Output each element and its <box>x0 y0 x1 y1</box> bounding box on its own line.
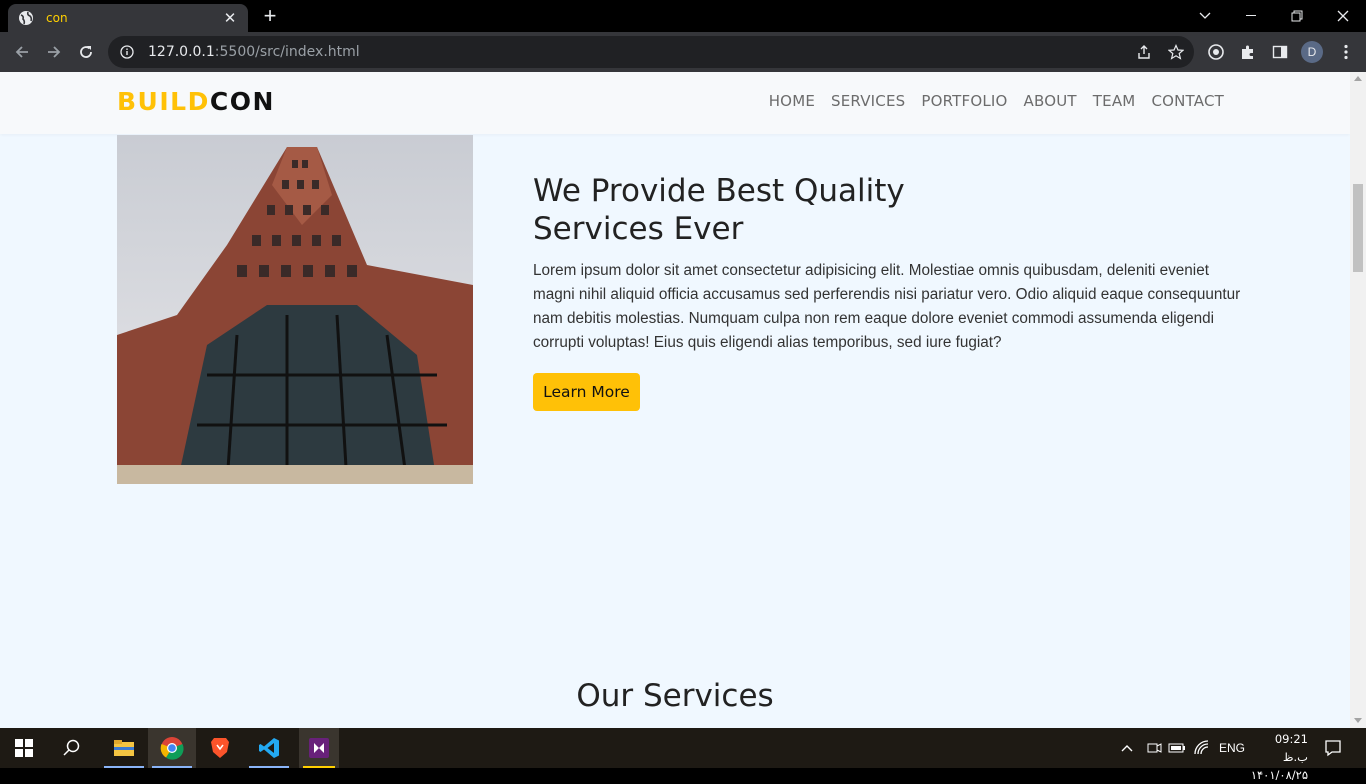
minimize-button[interactable] <box>1228 0 1274 32</box>
puzzle-icon[interactable] <box>1236 40 1260 64</box>
vscode-icon[interactable] <box>245 728 293 768</box>
chrome-icon[interactable] <box>148 728 196 768</box>
share-icon[interactable] <box>1132 40 1156 64</box>
nav-services[interactable]: SERVICES <box>831 92 905 110</box>
browser-tab[interactable]: con ✕ <box>8 4 248 32</box>
scroll-down-arrow-icon[interactable] <box>1354 718 1362 723</box>
site-logo[interactable]: BUILDCON <box>117 87 275 116</box>
page-scrollbar[interactable] <box>1350 72 1366 728</box>
menu-kebab-icon[interactable] <box>1334 40 1358 64</box>
url-text: 127.0.0.1:5500/src/index.html <box>148 44 360 60</box>
bookmark-star-icon[interactable] <box>1164 40 1188 64</box>
language-indicator[interactable]: ENG <box>1219 728 1245 768</box>
tab-search-icon[interactable] <box>1182 0 1228 32</box>
notifications-icon[interactable] <box>1324 728 1342 768</box>
building-image <box>117 135 473 484</box>
address-bar[interactable]: 127.0.0.1:5500/src/index.html <box>108 36 1194 68</box>
hero-title: We Provide Best Quality Services Ever <box>533 173 905 247</box>
system-clock[interactable]: 09:21 ب.ظ ۱۴۰۱/۰۸/۲۵ <box>1248 730 1308 784</box>
visual-studio-icon[interactable] <box>299 728 339 768</box>
side-panel-icon[interactable] <box>1268 40 1292 64</box>
windows-taskbar: ENG 09:21 ب.ظ ۱۴۰۱/۰۸/۲۵ <box>0 728 1366 782</box>
extension-circle-icon[interactable] <box>1204 40 1228 64</box>
start-icon[interactable] <box>0 728 48 768</box>
info-icon[interactable] <box>120 45 134 59</box>
restore-button[interactable] <box>1274 0 1320 32</box>
tab-title: con <box>46 11 68 25</box>
nav-team[interactable]: TEAM <box>1093 92 1136 110</box>
close-tab-icon[interactable]: ✕ <box>222 9 238 27</box>
battery-icon[interactable] <box>1168 728 1186 768</box>
meet-icon[interactable] <box>1146 728 1162 768</box>
scroll-up-arrow-icon[interactable] <box>1354 76 1362 81</box>
nav-about[interactable]: ABOUT <box>1024 92 1077 110</box>
nav-home[interactable]: HOME <box>769 92 815 110</box>
wifi-icon[interactable] <box>1194 728 1210 768</box>
new-tab-button[interactable]: + <box>258 5 282 29</box>
browser-toolbar: 127.0.0.1:5500/src/index.html D <box>0 32 1366 72</box>
search-icon[interactable] <box>48 728 96 768</box>
file-explorer-icon[interactable] <box>100 728 148 768</box>
hero-paragraph: Lorem ipsum dolor sit amet consectetur a… <box>533 262 1241 351</box>
show-hidden-icons-icon[interactable] <box>1120 728 1134 768</box>
profile-avatar[interactable]: D <box>1300 40 1324 64</box>
scrollbar-thumb[interactable] <box>1353 184 1363 272</box>
services-section-title: Our Services <box>576 678 774 714</box>
learn-more-button[interactable]: Learn More <box>533 373 640 411</box>
back-button[interactable] <box>10 40 34 64</box>
globe-icon <box>19 11 33 25</box>
close-window-button[interactable] <box>1320 0 1366 32</box>
browser-chrome: con ✕ + 127.0.0.1:5500/src/index.html D <box>0 0 1366 72</box>
nav-menu: HOME SERVICES PORTFOLIO ABOUT TEAM CONTA… <box>769 92 1224 110</box>
brave-icon[interactable] <box>196 728 244 768</box>
site-navbar: BUILDCON HOME SERVICES PORTFOLIO ABOUT T… <box>0 72 1350 134</box>
page-viewport: BUILDCON HOME SERVICES PORTFOLIO ABOUT T… <box>0 72 1350 728</box>
forward-button[interactable] <box>42 40 66 64</box>
reload-button[interactable] <box>74 40 98 64</box>
nav-contact[interactable]: CONTACT <box>1151 92 1224 110</box>
nav-portfolio[interactable]: PORTFOLIO <box>921 92 1007 110</box>
